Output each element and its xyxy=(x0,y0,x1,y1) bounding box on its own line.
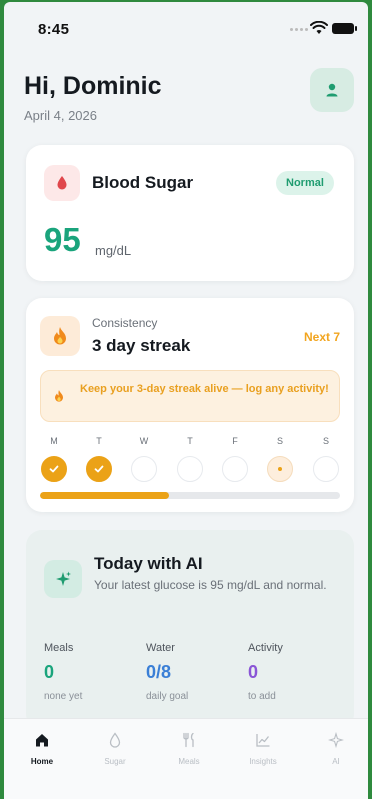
chart-icon xyxy=(256,734,270,747)
streak-progress-bar xyxy=(40,492,340,499)
day-fri: F xyxy=(221,436,249,482)
day-status xyxy=(131,456,157,482)
streak-alert: Keep your 3-day streak alive — log any a… xyxy=(40,370,340,422)
cellular-signal-icon xyxy=(290,28,308,31)
bottom-tab-bar: Home Sugar Meals Insights AI xyxy=(4,718,368,799)
streak-card[interactable]: Consistency 3 day streak Next 7 Keep you… xyxy=(26,298,354,512)
streak-alert-text: Keep your 3-day streak alive — log any a… xyxy=(80,383,329,395)
day-thu: T xyxy=(176,436,204,482)
day-status xyxy=(41,456,67,482)
day-status xyxy=(222,456,248,482)
day-status xyxy=(177,456,203,482)
tab-home[interactable]: Home xyxy=(12,729,72,766)
status-bar: 8:45 xyxy=(4,2,368,46)
flame-icon xyxy=(40,316,80,356)
current-date: April 4, 2026 xyxy=(24,108,97,123)
blood-sugar-card[interactable]: Blood Sugar Normal 95 mg/dL xyxy=(26,145,354,281)
flame-icon xyxy=(55,390,63,402)
app-screen: 8:45 Hi, Dominic April 4, 2026 Blood Sug… xyxy=(4,2,368,799)
day-status xyxy=(86,456,112,482)
streak-kicker: Consistency xyxy=(92,316,158,330)
metric-activity[interactable]: Activity 0 to add xyxy=(248,642,348,702)
day-tue: T xyxy=(85,436,113,482)
home-icon xyxy=(36,734,48,747)
day-sun: S xyxy=(312,436,340,482)
day-status xyxy=(313,456,339,482)
drop-icon xyxy=(109,732,121,748)
status-time: 8:45 xyxy=(38,21,70,38)
ai-card-subtitle: Your latest glucose is 95 mg/dL and norm… xyxy=(94,578,327,592)
metric-value: 0 xyxy=(44,662,55,682)
user-icon xyxy=(326,83,338,97)
streak-progress-fill xyxy=(40,492,169,499)
streak-title: 3 day streak xyxy=(92,336,191,355)
check-icon xyxy=(94,465,104,473)
battery-icon xyxy=(332,23,357,34)
today-dot-icon xyxy=(278,467,282,471)
greeting-title: Hi, Dominic xyxy=(24,72,162,100)
day-wed: W xyxy=(130,436,158,482)
metric-water[interactable]: Water 0/8 daily goal xyxy=(146,642,246,702)
next-milestone-label: Next 7 xyxy=(304,330,341,344)
day-status-today xyxy=(267,456,293,482)
metric-value: 0 xyxy=(248,662,259,682)
check-icon xyxy=(49,465,59,473)
ai-card-title: Today with AI xyxy=(94,554,203,573)
blood-sugar-value: 95 xyxy=(44,221,81,258)
sparkle-icon xyxy=(44,560,82,598)
metric-meals[interactable]: Meals 0 none yet xyxy=(44,642,144,702)
blood-sugar-unit: mg/dL xyxy=(95,243,132,258)
blood-sugar-title: Blood Sugar xyxy=(92,173,194,192)
day-mon: M xyxy=(40,436,68,482)
ai-summary-card[interactable]: Today with AI Your latest glucose is 95 … xyxy=(26,530,354,730)
tab-insights[interactable]: Insights xyxy=(233,729,293,766)
utensils-icon xyxy=(183,732,194,748)
profile-button[interactable] xyxy=(310,68,354,112)
day-sat: S xyxy=(266,436,294,482)
tab-ai[interactable]: AI xyxy=(306,729,366,766)
week-days-row: M T W T F S S xyxy=(40,436,340,482)
tab-meals[interactable]: Meals xyxy=(159,729,219,766)
status-badge: Normal xyxy=(276,171,334,195)
metric-value: 0/8 xyxy=(146,662,172,682)
blood-drop-icon xyxy=(44,165,80,201)
wifi-icon xyxy=(310,21,328,34)
sparkle-icon xyxy=(328,732,344,748)
tab-sugar[interactable]: Sugar xyxy=(85,729,145,766)
